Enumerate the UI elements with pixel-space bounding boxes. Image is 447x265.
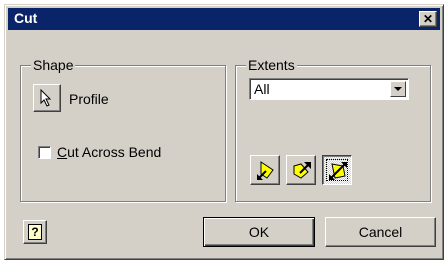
- extent-direction-1-button[interactable]: [250, 155, 280, 185]
- chevron-down-icon[interactable]: [390, 81, 406, 97]
- close-icon: ✕: [422, 12, 434, 26]
- extents-dropdown[interactable]: All: [249, 78, 409, 100]
- shape-group: Shape Profile Cut Across Bend: [20, 57, 226, 202]
- cut-across-bend-checkbox[interactable]: [38, 146, 51, 159]
- cursor-icon: [40, 89, 52, 107]
- profile-select-button[interactable]: [33, 84, 61, 112]
- cancel-label: Cancel: [358, 224, 403, 240]
- profile-label: Profile: [69, 91, 109, 107]
- direction-1-icon: [257, 161, 274, 180]
- ok-button[interactable]: OK: [203, 217, 315, 247]
- extent-direction-2-button[interactable]: [286, 155, 316, 185]
- dialog-title: Cut: [14, 10, 38, 26]
- cancel-button[interactable]: Cancel: [325, 217, 436, 247]
- close-button[interactable]: ✕: [419, 11, 437, 27]
- symmetric-icon: [329, 162, 347, 180]
- ok-label: OK: [248, 224, 270, 240]
- extents-selected-value: All: [254, 81, 270, 97]
- cut-dialog: Cut ✕ Shape Profile Cut Across Bend Exte…: [4, 4, 444, 260]
- title-bar[interactable]: Cut ✕: [8, 8, 440, 30]
- extents-group: Extents All: [235, 57, 431, 202]
- help-button[interactable]: ?: [23, 220, 47, 244]
- help-icon: ?: [28, 224, 42, 240]
- cut-across-bend-label[interactable]: Cut Across Bend: [57, 144, 161, 160]
- extents-legend: Extents: [246, 57, 297, 73]
- direction-2-icon: [293, 162, 311, 179]
- extent-symmetric-button[interactable]: [322, 155, 352, 185]
- shape-legend: Shape: [31, 57, 76, 73]
